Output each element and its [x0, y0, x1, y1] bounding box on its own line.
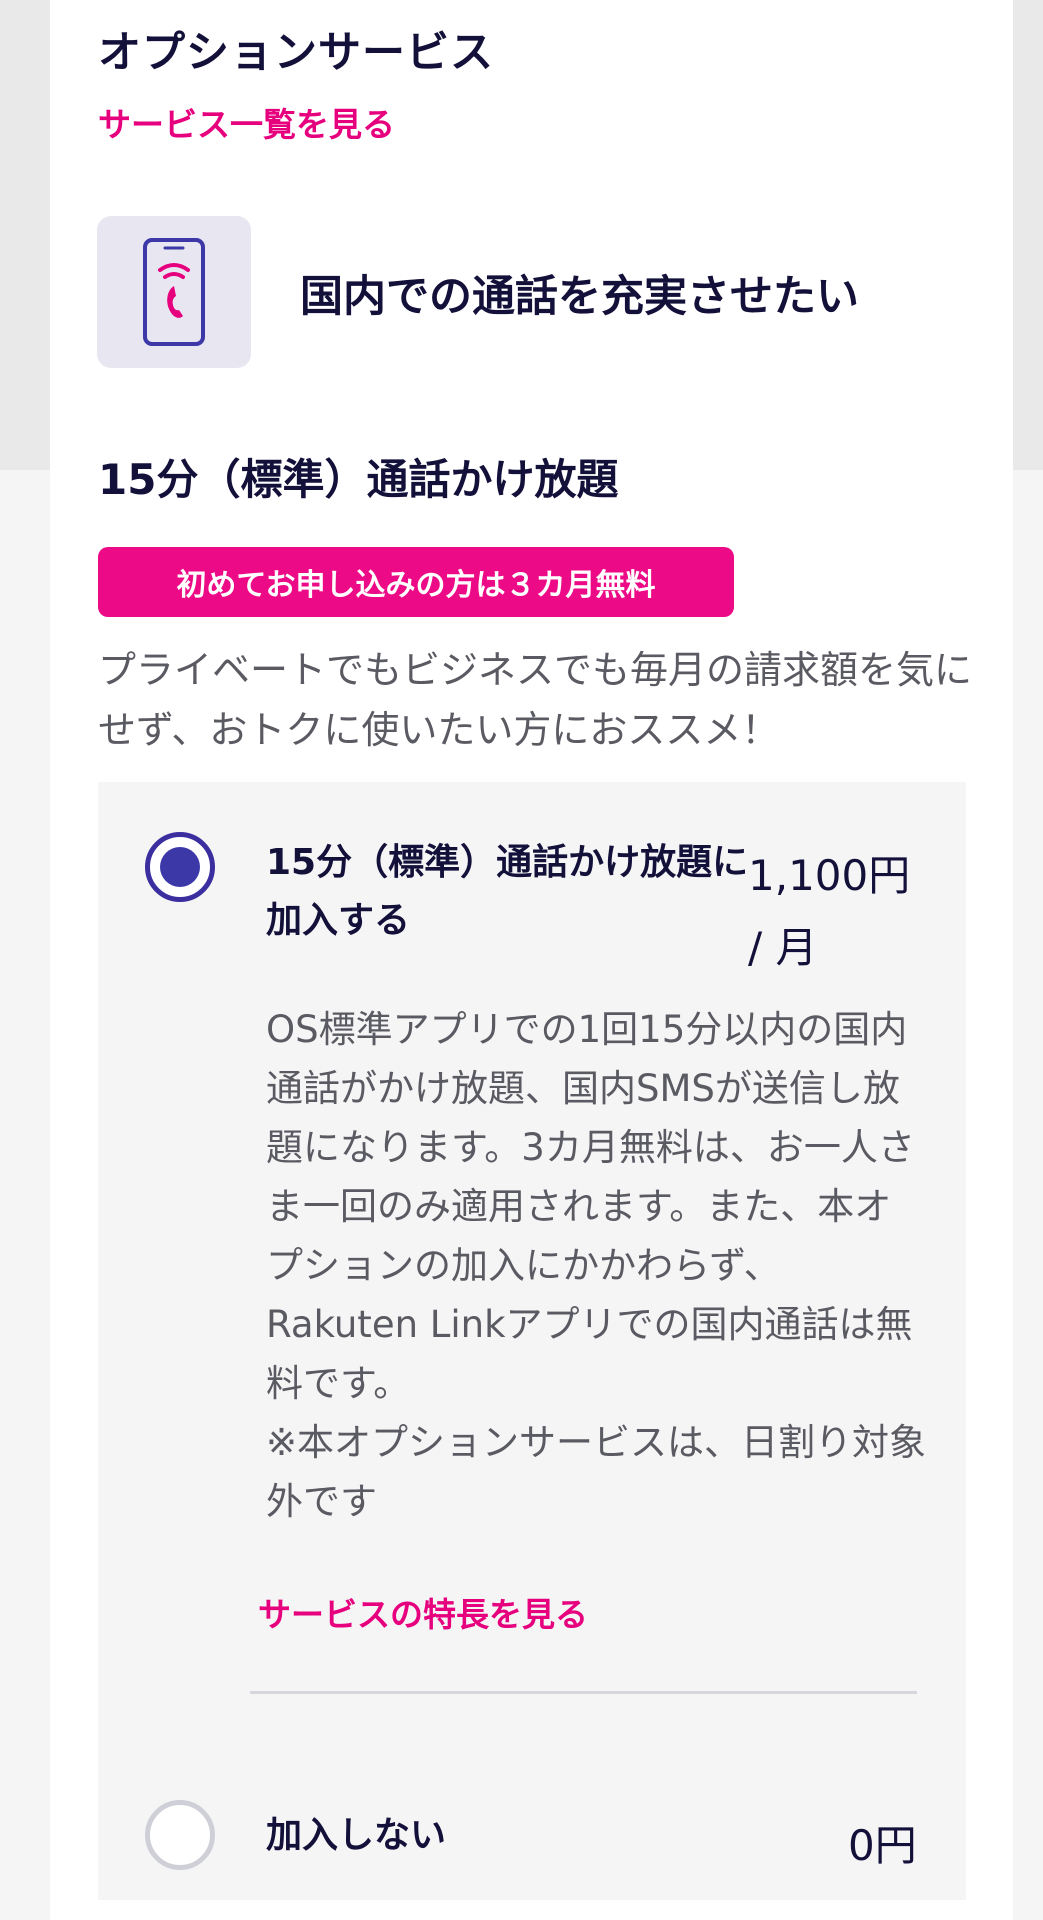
option-panel: 15分（標準）通話かけ放題に加入する 1,100円 / 月 OS標準アプリでの1… [98, 782, 966, 1900]
feature-link[interactable]: サービスの特長を見る [258, 1588, 588, 1636]
category-title: 国内での通話を充実させたい [300, 272, 859, 322]
option-divider [250, 1691, 917, 1694]
radio-subscribe[interactable] [145, 832, 215, 902]
option-not-subscribe-label[interactable]: 加入しない [266, 1806, 446, 1858]
option-subscribe-label[interactable]: 15分（標準）通話かけ放題に加入する [266, 834, 766, 950]
plan-title: 15分（標準）通話かけ放題 [98, 455, 619, 504]
section-title: オプションサービス [98, 28, 494, 78]
plan-description: プライベートでもビジネスでも毎月の請求額を気にせず、おトクに使いたい方におススメ… [98, 648, 973, 752]
service-list-link[interactable]: サービス一覧を見る [98, 98, 395, 146]
radio-not-subscribe[interactable] [145, 1800, 215, 1870]
option-subscribe-price: 1,100円 / 月 [748, 851, 911, 972]
option-subscribe-description: OS標準アプリでの1回15分以内の国内通話がかけ放題、国内SMSが送信し放題にな… [266, 1008, 927, 1523]
category-icon-box [97, 216, 251, 368]
option-not-subscribe-price: 0円 [848, 1821, 917, 1870]
smartphone-call-icon [143, 238, 205, 346]
promo-badge: 初めてお申し込みの方は３カ月無料 [98, 547, 734, 617]
